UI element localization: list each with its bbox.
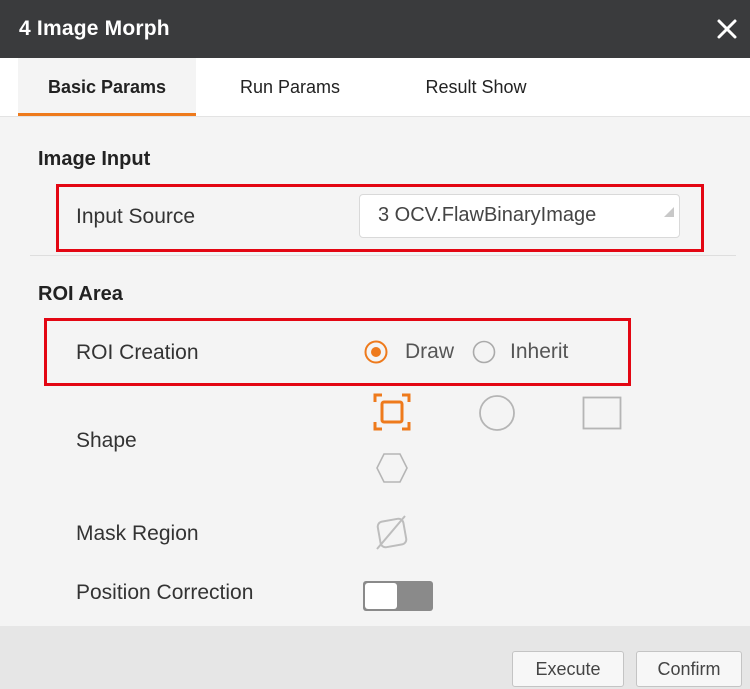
radio-selected-icon bbox=[364, 340, 388, 364]
radio-draw[interactable]: Draw bbox=[364, 339, 468, 365]
dropdown-corner-icon bbox=[664, 191, 674, 232]
section-title-image-input: Image Input bbox=[38, 148, 151, 170]
circle-icon[interactable] bbox=[478, 394, 516, 437]
tab-basic-params[interactable]: Basic Params bbox=[18, 58, 196, 116]
mask-region-label: Mask Region bbox=[76, 522, 199, 545]
image-morph-dialog: 4 Image Morph Basic Params Run Params Re… bbox=[0, 0, 750, 689]
radio-draw-label: Draw bbox=[405, 340, 455, 363]
input-source-label: Input Source bbox=[76, 205, 196, 228]
execute-button[interactable]: Execute bbox=[512, 651, 624, 687]
shape-label: Shape bbox=[76, 429, 137, 452]
toggle-knob bbox=[365, 583, 397, 609]
input-source-value: 3 OCV.FlawBinaryImage bbox=[378, 204, 597, 226]
section-divider bbox=[30, 255, 736, 256]
mask-disabled-icon[interactable] bbox=[371, 512, 411, 557]
radio-inherit-label: Inherit bbox=[510, 340, 569, 363]
roi-creation-label: ROI Creation bbox=[76, 341, 199, 364]
section-title-roi-area: ROI Area bbox=[38, 283, 123, 305]
tab-bar: Basic Params Run Params Result Show bbox=[0, 58, 750, 117]
hexagon-icon[interactable] bbox=[375, 451, 409, 490]
window-title: 4 Image Morph bbox=[19, 17, 170, 40]
input-source-select[interactable]: 3 OCV.FlawBinaryImage bbox=[359, 194, 680, 238]
radio-inherit[interactable]: Inherit bbox=[472, 339, 584, 365]
rectangle-roi-icon[interactable] bbox=[372, 392, 412, 437]
square-icon[interactable] bbox=[582, 396, 622, 435]
confirm-button[interactable]: Confirm bbox=[636, 651, 742, 687]
radio-unselected-icon bbox=[472, 340, 496, 364]
position-correction-label: Position Correction bbox=[76, 581, 254, 604]
tab-run-params[interactable]: Run Params bbox=[210, 58, 370, 116]
tab-result-show[interactable]: Result Show bbox=[384, 58, 568, 116]
title-bar: 4 Image Morph bbox=[0, 0, 750, 58]
position-correction-toggle[interactable] bbox=[363, 581, 433, 611]
close-icon[interactable] bbox=[712, 14, 742, 44]
